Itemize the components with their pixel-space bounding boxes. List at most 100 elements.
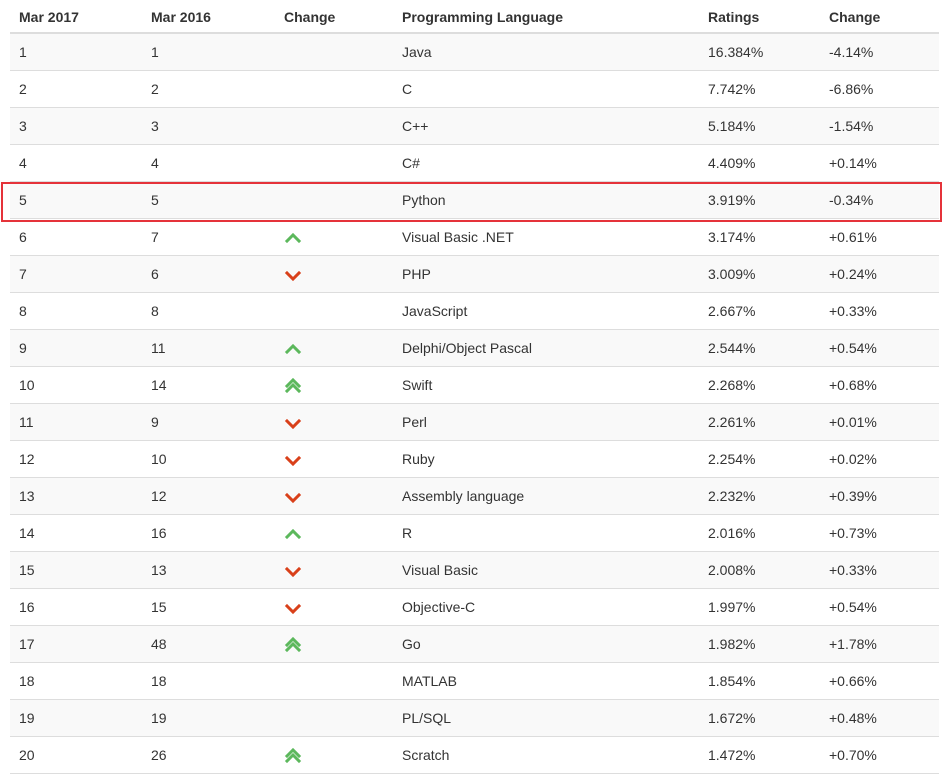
language-cell[interactable]: Ruby	[402, 441, 435, 477]
table-row: 3 3 C++ 5.184% -1.54%	[10, 108, 939, 145]
rank-cell: 11	[19, 414, 34, 430]
rank-cell: 5	[19, 192, 27, 208]
rating-cell: 2.667%	[708, 303, 756, 319]
prev-rank-cell: 16	[151, 525, 167, 541]
chevron-down-icon	[284, 566, 302, 578]
change-cell: +0.02%	[829, 451, 877, 467]
prev-rank-cell: 6	[151, 266, 159, 282]
change-cell: +0.73%	[829, 525, 877, 541]
table-row: 20 26 Scratch 1.472% +0.70%	[10, 737, 939, 774]
language-cell[interactable]: Visual Basic .NET	[402, 219, 514, 255]
language-cell[interactable]: Python	[402, 182, 446, 218]
header-mar-2017[interactable]: Mar 2017	[19, 0, 79, 32]
rank-cell: 2	[19, 81, 27, 97]
language-cell[interactable]: MATLAB	[402, 663, 457, 699]
table-row: 19 19 PL/SQL 1.672% +0.48%	[10, 700, 939, 737]
rank-cell: 14	[19, 525, 35, 541]
rating-cell: 1.854%	[708, 673, 756, 689]
prev-rank-cell: 11	[151, 340, 166, 356]
rating-cell: 5.184%	[708, 118, 756, 134]
rating-cell: 4.409%	[708, 155, 756, 171]
rank-cell: 7	[19, 266, 27, 282]
table-row: 1 1 Java 16.384% -4.14%	[10, 34, 939, 71]
header-programming-language[interactable]: Programming Language	[402, 0, 563, 32]
chevron-up-icon	[284, 232, 302, 244]
change-cell: -6.86%	[829, 81, 874, 97]
language-cell[interactable]: Objective-C	[402, 589, 475, 625]
language-cell[interactable]: Scratch	[402, 737, 449, 773]
change-cell: +0.24%	[829, 266, 877, 282]
change-cell: +0.66%	[829, 673, 877, 689]
rating-cell: 3.919%	[708, 192, 756, 208]
language-cell[interactable]: Perl	[402, 404, 427, 440]
rank-cell: 17	[19, 636, 35, 652]
chevron-down-icon	[284, 418, 302, 430]
language-cell[interactable]: R	[402, 515, 412, 551]
rating-cell: 2.016%	[708, 525, 756, 541]
table-row: 7 6 PHP 3.009% +0.24%	[10, 256, 939, 293]
change-cell: +1.78%	[829, 636, 877, 652]
rating-cell: 2.544%	[708, 340, 756, 356]
change-cell: +0.68%	[829, 377, 877, 393]
rank-cell: 18	[19, 673, 35, 689]
chevron-down-icon	[284, 603, 302, 615]
trend-cell	[284, 737, 302, 773]
chevron-up-icon	[284, 343, 302, 355]
rating-cell: 1.472%	[708, 747, 756, 763]
change-cell: +0.54%	[829, 599, 877, 615]
header-ratings[interactable]: Ratings	[708, 0, 759, 32]
header-change-percent[interactable]: Change	[829, 0, 880, 32]
prev-rank-cell: 2	[151, 81, 159, 97]
header-mar-2016[interactable]: Mar 2016	[151, 0, 211, 32]
rating-cell: 2.268%	[708, 377, 756, 393]
language-cell[interactable]: Swift	[402, 367, 432, 403]
language-cell[interactable]: Delphi/Object Pascal	[402, 330, 532, 366]
prev-rank-cell: 7	[151, 229, 159, 245]
rank-cell: 12	[19, 451, 35, 467]
change-cell: +0.33%	[829, 562, 877, 578]
trend-cell	[284, 441, 302, 477]
rank-cell: 10	[19, 377, 35, 393]
chevron-down-icon	[284, 492, 302, 504]
rank-cell: 4	[19, 155, 27, 171]
language-cell[interactable]: C++	[402, 108, 428, 144]
language-cell[interactable]: PHP	[402, 256, 431, 292]
prev-rank-cell: 48	[151, 636, 167, 652]
rating-cell: 3.174%	[708, 229, 756, 245]
rating-cell: 1.672%	[708, 710, 756, 726]
double-chevron-up-icon	[284, 377, 302, 394]
language-cell[interactable]: C#	[402, 145, 420, 181]
prev-rank-cell: 19	[151, 710, 167, 726]
rank-cell: 15	[19, 562, 35, 578]
table-row: 13 12 Assembly language 2.232% +0.39%	[10, 478, 939, 515]
trend-cell	[284, 367, 302, 403]
language-cell[interactable]: C	[402, 71, 412, 107]
table-row: 17 48 Go 1.982% +1.78%	[10, 626, 939, 663]
change-cell: +0.01%	[829, 414, 877, 430]
language-cell[interactable]: Java	[402, 34, 432, 70]
header-change-arrow[interactable]: Change	[284, 0, 335, 32]
rating-cell: 7.742%	[708, 81, 756, 97]
rating-cell: 1.982%	[708, 636, 756, 652]
rank-cell: 13	[19, 488, 35, 504]
rank-cell: 19	[19, 710, 35, 726]
change-cell: -4.14%	[829, 44, 874, 60]
prev-rank-cell: 18	[151, 673, 167, 689]
trend-cell	[284, 256, 302, 292]
language-cell[interactable]: Visual Basic	[402, 552, 478, 588]
table-row: 10 14 Swift 2.268% +0.68%	[10, 367, 939, 404]
change-cell: +0.14%	[829, 155, 877, 171]
language-cell[interactable]: PL/SQL	[402, 700, 451, 736]
prev-rank-cell: 4	[151, 155, 159, 171]
language-cell[interactable]: Assembly language	[402, 478, 524, 514]
trend-cell	[284, 478, 302, 514]
language-cell[interactable]: Go	[402, 626, 421, 662]
prev-rank-cell: 12	[151, 488, 167, 504]
prev-rank-cell: 8	[151, 303, 159, 319]
change-cell: +0.39%	[829, 488, 877, 504]
table-row: 14 16 R 2.016% +0.73%	[10, 515, 939, 552]
language-cell[interactable]: JavaScript	[402, 293, 467, 329]
prev-rank-cell: 10	[151, 451, 167, 467]
prev-rank-cell: 1	[151, 44, 159, 60]
rank-cell: 9	[19, 340, 27, 356]
